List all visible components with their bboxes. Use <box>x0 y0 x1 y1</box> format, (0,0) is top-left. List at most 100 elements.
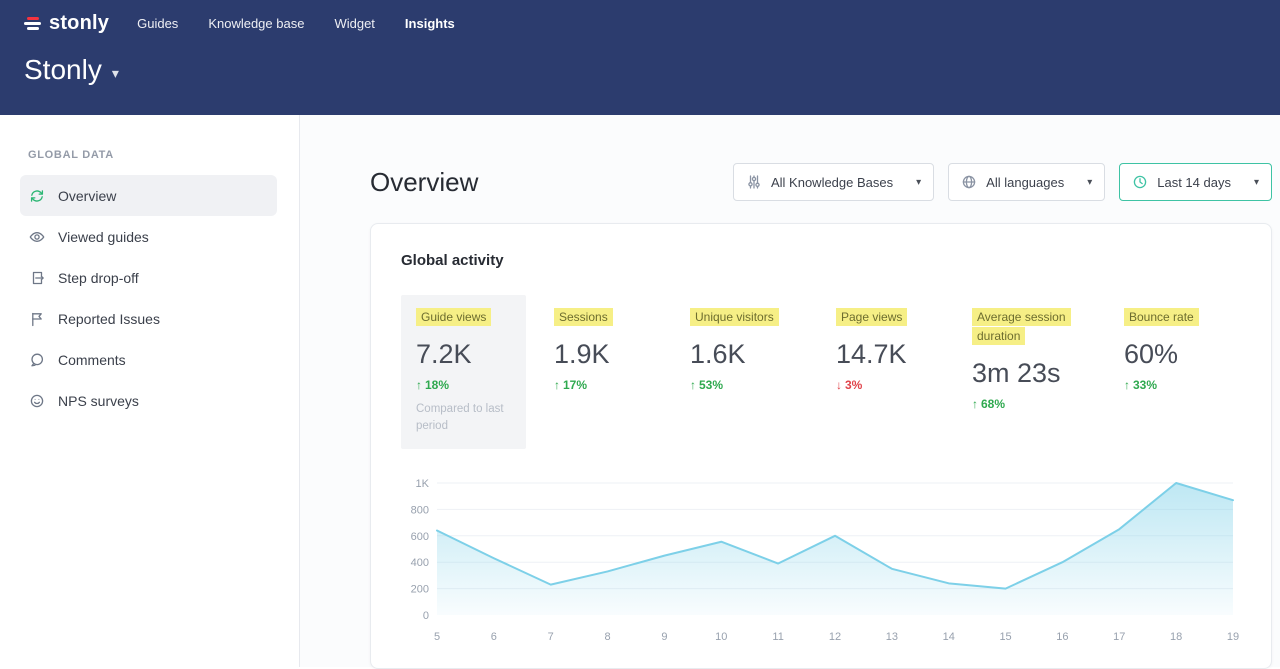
date-range-filter[interactable]: Last 14 days ▾ <box>1119 163 1272 201</box>
eye-icon <box>29 229 45 245</box>
svg-text:10: 10 <box>715 631 727 643</box>
activity-area-chart: 02004006008001K5678910111213141516171819 <box>401 473 1241 650</box>
metric-change-value: 17% <box>563 378 587 392</box>
chevron-down-icon: ▾ <box>112 65 119 82</box>
metric-unique-visitors: Unique visitors 1.6K ↑ 53% <box>690 308 808 392</box>
metric-change: ↑ 53% <box>690 378 808 392</box>
globe-icon <box>961 174 977 190</box>
metric-label: Page views <box>836 308 907 326</box>
metric-change-value: 68% <box>981 397 1005 411</box>
filters-bar: All Knowledge Bases ▾ All languages ▾ <box>733 163 1272 201</box>
svg-text:8: 8 <box>605 631 611 643</box>
metric-change-value: 33% <box>1133 378 1157 392</box>
svg-text:14: 14 <box>943 631 955 643</box>
nav-widget[interactable]: Widget <box>334 12 374 35</box>
sliders-icon <box>746 174 762 190</box>
svg-text:800: 800 <box>411 504 429 516</box>
page-title: Overview <box>370 167 478 198</box>
svg-text:200: 200 <box>411 583 429 595</box>
trend-arrow-icon: ↑ <box>972 397 978 411</box>
metric-sessions: Sessions 1.9K ↑ 17% <box>554 308 662 392</box>
metric-value: 14.7K <box>836 339 944 370</box>
sidebar-item-label: Step drop-off <box>58 270 139 286</box>
metric-value: 1.6K <box>690 339 808 370</box>
flag-icon <box>29 311 45 327</box>
workspace-title: Stonly <box>24 54 102 86</box>
sidebar-item-viewed-guides[interactable]: Viewed guides <box>20 216 277 257</box>
sidebar-item-label: Overview <box>58 188 116 204</box>
global-activity-card: Global activity Guide views 7.2K ↑ 18% C… <box>370 223 1272 669</box>
top-nav-row: stonly Guides Knowledge base Widget Insi… <box>24 12 1280 35</box>
card-title: Global activity <box>401 252 1241 269</box>
sidebar-item-step-drop-off[interactable]: Step drop-off <box>20 257 277 298</box>
comment-bubble-icon <box>29 352 45 368</box>
activity-area-chart-svg: 02004006008001K5678910111213141516171819 <box>401 473 1241 645</box>
svg-text:15: 15 <box>999 631 1011 643</box>
metric-change-value: 18% <box>425 378 449 392</box>
trend-arrow-icon: ↑ <box>690 378 696 392</box>
metric-label: Unique visitors <box>690 308 779 326</box>
metric-change-value: 3% <box>845 378 862 392</box>
nav-guides[interactable]: Guides <box>137 12 178 35</box>
trend-arrow-icon: ↓ <box>836 378 842 392</box>
nav-insights[interactable]: Insights <box>405 12 455 35</box>
sidebar-item-label: NPS surveys <box>58 393 139 409</box>
chevron-down-icon: ▾ <box>1254 177 1259 188</box>
metric-change: ↑ 33% <box>1124 378 1220 392</box>
main-nav: Guides Knowledge base Widget Insights <box>137 12 455 35</box>
nav-knowledge-base[interactable]: Knowledge base <box>208 12 304 35</box>
sidebar-item-label: Reported Issues <box>58 311 160 327</box>
svg-text:11: 11 <box>772 631 783 643</box>
sidebar-item-comments[interactable]: Comments <box>20 339 277 380</box>
svg-text:400: 400 <box>411 557 429 569</box>
svg-text:5: 5 <box>434 631 440 643</box>
svg-text:600: 600 <box>411 530 429 542</box>
trend-arrow-icon: ↑ <box>416 378 422 392</box>
step-dropoff-icon <box>29 270 45 286</box>
sidebar-item-reported-issues[interactable]: Reported Issues <box>20 298 277 339</box>
logo-text: stonly <box>49 12 109 35</box>
metric-label: Average session duration <box>972 308 1071 345</box>
metric-value: 7.2K <box>416 339 511 370</box>
svg-text:7: 7 <box>548 631 554 643</box>
sync-icon <box>29 188 45 204</box>
metric-value: 60% <box>1124 339 1220 370</box>
metric-label: Sessions <box>554 308 613 326</box>
metrics-row: Guide views 7.2K ↑ 18% Compared to last … <box>401 295 1241 449</box>
svg-text:18: 18 <box>1170 631 1182 643</box>
metric-note: Compared to last period <box>416 401 511 434</box>
sidebar-item-nps-surveys[interactable]: NPS surveys <box>20 380 277 421</box>
svg-text:13: 13 <box>886 631 898 643</box>
trend-arrow-icon: ↑ <box>554 378 560 392</box>
metric-guide-views: Guide views 7.2K ↑ 18% Compared to last … <box>401 295 526 449</box>
main-content: Overview All Knowledge Bases ▾ <box>300 115 1280 667</box>
metric-bounce-rate: Bounce rate 60% ↑ 33% <box>1124 308 1220 392</box>
metric-page-views: Page views 14.7K ↓ 3% <box>836 308 944 392</box>
metric-average-session-duration: Average session duration 3m 23s ↑ 68% <box>972 308 1096 411</box>
top-header: stonly Guides Knowledge base Widget Insi… <box>0 0 1280 115</box>
workspace-switcher[interactable]: Stonly ▾ <box>24 54 119 86</box>
svg-text:17: 17 <box>1113 631 1125 643</box>
clock-icon <box>1132 174 1148 190</box>
svg-text:0: 0 <box>423 610 429 622</box>
svg-text:12: 12 <box>829 631 841 643</box>
filter-label: All languages <box>986 175 1064 190</box>
svg-text:1K: 1K <box>416 478 430 490</box>
filter-label: All Knowledge Bases <box>771 175 893 190</box>
metric-label: Guide views <box>416 308 491 326</box>
sidebar: GLOBAL DATA Overview Viewed guides <box>0 115 300 667</box>
stonly-logo[interactable]: stonly <box>24 12 109 35</box>
metric-change: ↓ 3% <box>836 378 944 392</box>
sidebar-item-label: Comments <box>58 352 126 368</box>
trend-arrow-icon: ↑ <box>1124 378 1130 392</box>
metric-label: Bounce rate <box>1124 308 1199 326</box>
stonly-logo-icon <box>24 17 41 30</box>
languages-filter[interactable]: All languages ▾ <box>948 163 1105 201</box>
knowledge-bases-filter[interactable]: All Knowledge Bases ▾ <box>733 163 934 201</box>
sidebar-item-overview[interactable]: Overview <box>20 175 277 216</box>
metric-value: 1.9K <box>554 339 662 370</box>
chevron-down-icon: ▾ <box>916 177 921 188</box>
svg-text:6: 6 <box>491 631 497 643</box>
filter-label: Last 14 days <box>1157 175 1231 190</box>
smiley-icon <box>29 393 45 409</box>
